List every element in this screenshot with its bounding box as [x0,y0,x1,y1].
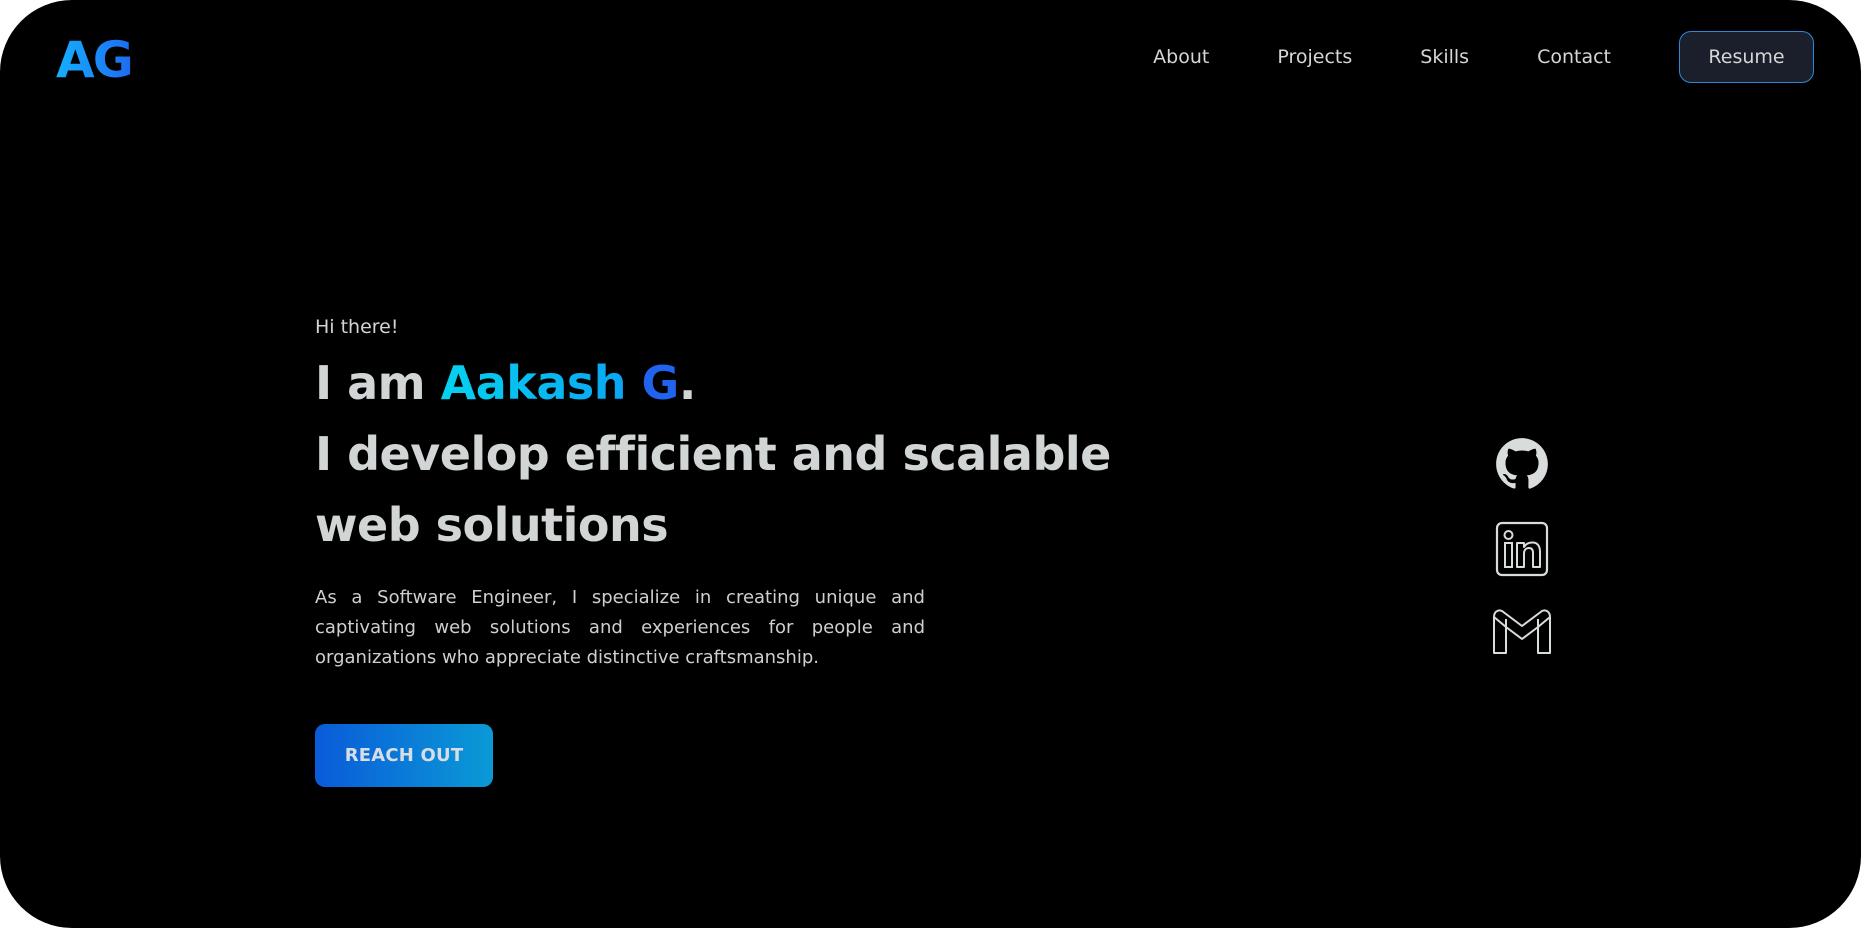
hero-section: Hi there! I am Aakash G. I develop effic… [315,314,1115,673]
headline-line-3: web solutions [315,498,669,552]
headline-line-1: I am Aakash G. [315,348,1115,419]
linkedin-icon[interactable] [1490,521,1554,577]
nav-link-contact[interactable]: Contact [1537,31,1611,83]
resume-button[interactable]: Resume [1679,31,1814,83]
nav-link-about[interactable]: About [1153,31,1209,83]
headline-prefix: I am [315,356,441,410]
headline-period: . [678,356,696,410]
headline-line-2: I develop efficient and scalable [315,427,1111,481]
logo[interactable]: AG [56,30,134,90]
bio-paragraph: As a Software Engineer, I specialize in … [315,587,925,668]
name-last: G [641,356,680,410]
nav-link-projects[interactable]: Projects [1277,31,1352,83]
github-icon[interactable] [1490,436,1554,492]
reach-out-button[interactable]: REACH OUT [315,724,493,787]
greeting-text: Hi there! [315,316,399,338]
hero-headline: I am Aakash G. I develop efficient and s… [315,348,1115,561]
page-frame: AG About Projects Skills Contact Resume … [0,0,1861,928]
name-first: Aakash [440,356,627,410]
top-nav: About Projects Skills Contact Resume [1153,31,1814,83]
nav-link-skills[interactable]: Skills [1420,31,1469,83]
gmail-icon[interactable] [1490,606,1554,656]
